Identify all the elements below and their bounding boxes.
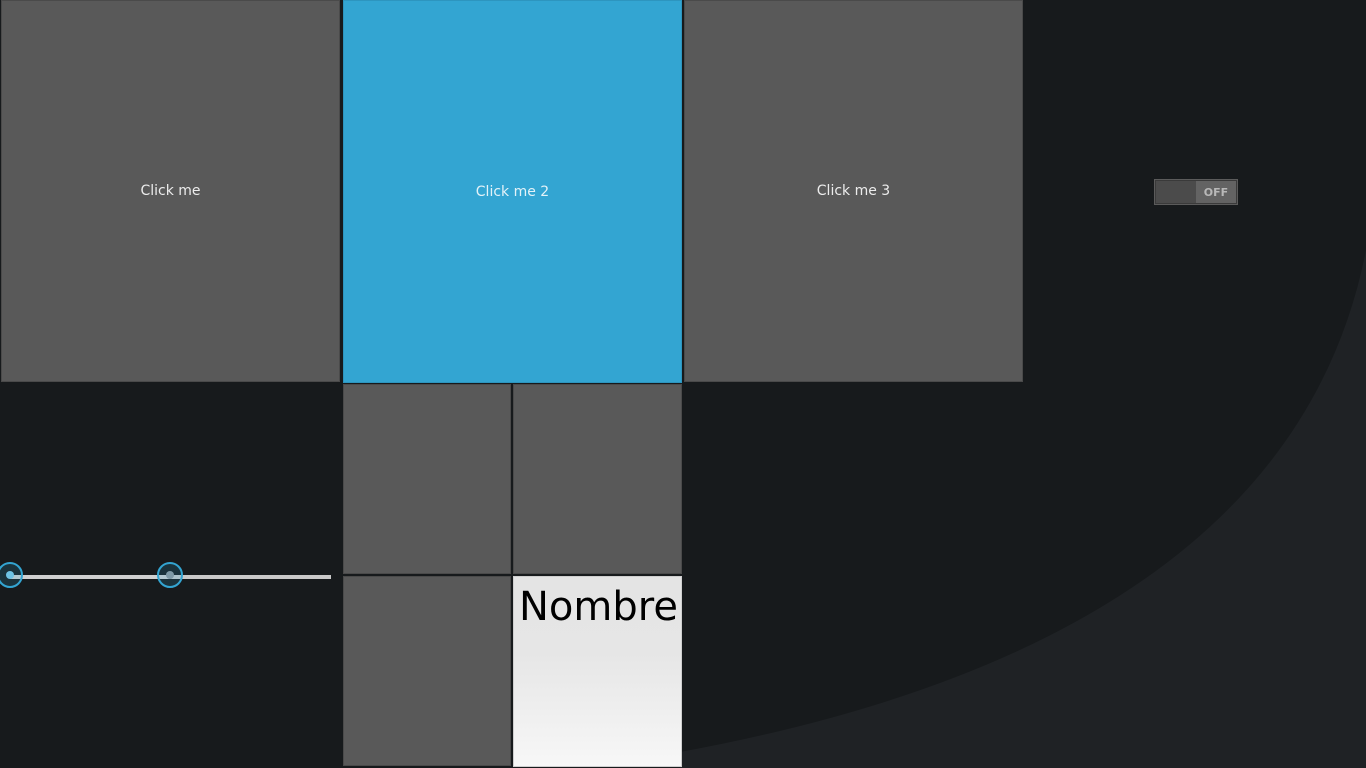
click-me-2-button[interactable]: Click me 2 — [343, 0, 682, 383]
click-me-button[interactable]: Click me — [1, 0, 340, 382]
name-input-value: Nombre — [519, 584, 678, 630]
toggle-track — [1156, 181, 1197, 203]
toggle-thumb: OFF — [1196, 181, 1236, 203]
off-toggle-switch[interactable]: OFF — [1154, 179, 1238, 205]
slider-max-handle[interactable] — [157, 562, 183, 588]
click-me-2-label: Click me 2 — [475, 183, 550, 200]
click-me-3-label: Click me 3 — [816, 183, 891, 199]
grid-cell-bottom-left[interactable] — [343, 576, 511, 766]
grid-cell-top-right[interactable] — [513, 384, 682, 574]
name-input[interactable]: Nombre — [513, 576, 682, 767]
click-me-label: Click me — [140, 183, 201, 199]
toggle-state-label: OFF — [1203, 185, 1229, 199]
grid-cell-top-left[interactable] — [343, 384, 511, 574]
slider-min-handle[interactable] — [0, 562, 23, 588]
range-slider[interactable] — [0, 560, 335, 594]
click-me-3-button[interactable]: Click me 3 — [684, 0, 1023, 382]
slider-selected-range — [10, 575, 171, 579]
